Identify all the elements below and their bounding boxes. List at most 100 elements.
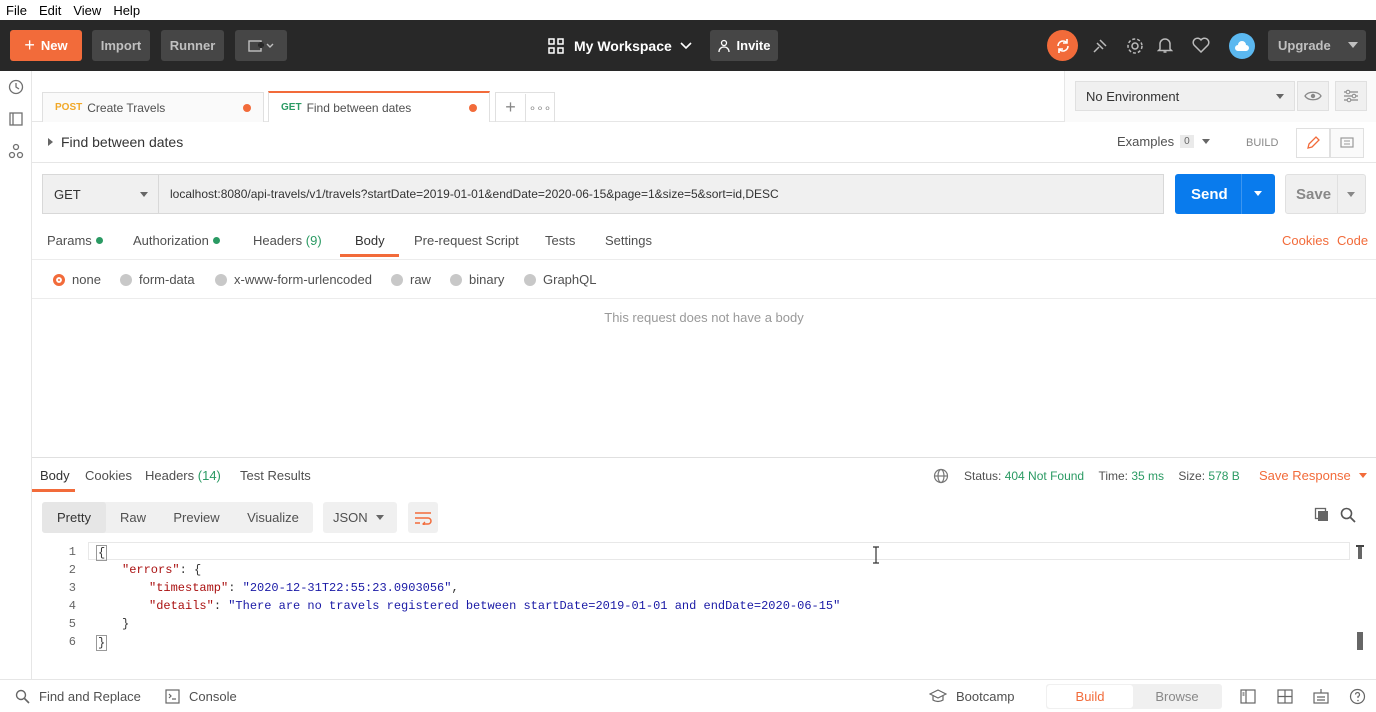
scrollbar-thumb[interactable] xyxy=(1357,632,1363,650)
new-window-button[interactable] xyxy=(235,30,287,61)
grid-icon xyxy=(548,37,564,54)
menu-help[interactable]: Help xyxy=(113,3,140,18)
tab-body[interactable]: Body xyxy=(355,233,385,248)
comments-button[interactable] xyxy=(1330,128,1364,158)
caret-right-icon[interactable] xyxy=(48,138,53,146)
method-select[interactable]: GET xyxy=(42,174,159,214)
environment-select[interactable]: No Environment xyxy=(1075,81,1295,111)
response-tab-body[interactable]: Body xyxy=(40,468,70,483)
split-view-icon[interactable] xyxy=(1277,689,1293,704)
add-user-icon xyxy=(717,39,730,52)
wrap-lines-button[interactable] xyxy=(408,502,438,533)
history-icon[interactable] xyxy=(8,79,24,95)
request-title-bar: Find between dates Examples 0 BUILD xyxy=(32,122,1376,163)
size-value[interactable]: 578 B xyxy=(1208,469,1239,483)
invite-button[interactable]: Invite xyxy=(710,30,778,61)
upgrade-button[interactable]: Upgrade xyxy=(1268,30,1366,61)
sync-button[interactable] xyxy=(1047,30,1078,61)
globe-icon[interactable] xyxy=(933,468,949,484)
gear-icon[interactable] xyxy=(1126,37,1144,55)
status-dot xyxy=(95,237,103,244)
build-mode-button[interactable]: Build xyxy=(1047,685,1133,708)
request-title[interactable]: Find between dates xyxy=(61,134,183,150)
send-options-icon[interactable] xyxy=(1254,191,1262,196)
bell-icon[interactable] xyxy=(1157,36,1173,54)
console-button[interactable]: Console xyxy=(189,689,237,704)
more-tabs-button[interactable]: ∘∘∘ xyxy=(524,93,554,122)
environment-quick-look-button[interactable] xyxy=(1297,81,1329,111)
tab-authorization[interactable]: Authorization xyxy=(133,233,220,248)
radio-graphql[interactable]: GraphQL xyxy=(524,272,596,287)
apis-icon[interactable] xyxy=(8,143,24,159)
tab-method: GET xyxy=(281,102,302,113)
pencil-icon xyxy=(1307,136,1320,149)
app-header: + New Import Runner My Workspace Invite … xyxy=(0,20,1376,71)
two-pane-icon[interactable] xyxy=(1240,689,1256,704)
save-response-button[interactable]: Save Response xyxy=(1259,468,1367,483)
avatar[interactable] xyxy=(1229,33,1255,59)
response-tab-test-results[interactable]: Test Results xyxy=(240,468,311,483)
radio-icon xyxy=(524,273,536,286)
code-link[interactable]: Code xyxy=(1337,233,1368,248)
response-tab-cookies[interactable]: Cookies xyxy=(85,468,132,483)
response-view-toggle: Pretty Raw Preview Visualize xyxy=(42,502,313,533)
tab-pre-request-script[interactable]: Pre-request Script xyxy=(414,233,519,248)
cookies-link[interactable]: Cookies xyxy=(1282,233,1329,248)
send-divider xyxy=(1241,174,1242,214)
workspace-switcher[interactable]: My Workspace xyxy=(548,30,692,61)
heart-icon[interactable] xyxy=(1192,37,1210,53)
caret-down-icon xyxy=(1358,473,1367,478)
view-pretty[interactable]: Pretty xyxy=(42,502,106,533)
response-meta: Status: 404 Not Found Time: 35 ms Size: … xyxy=(964,469,1240,483)
comment-icon xyxy=(1340,137,1354,148)
search-icon[interactable] xyxy=(1340,507,1356,523)
tab-find-between-dates[interactable]: GET Find between dates xyxy=(268,91,490,122)
tab-params[interactable]: Params xyxy=(47,233,103,248)
radio-raw[interactable]: raw xyxy=(391,272,431,287)
view-raw[interactable]: Raw xyxy=(106,502,160,533)
runner-button[interactable]: Runner xyxy=(161,30,224,61)
active-tab-indicator xyxy=(340,254,399,257)
satellite-icon[interactable] xyxy=(1091,37,1109,55)
browse-mode-button[interactable]: Browse xyxy=(1134,685,1220,708)
url-input[interactable]: localhost:8080/api-travels/v1/travels?st… xyxy=(158,174,1164,214)
add-tab-button[interactable]: + xyxy=(496,97,525,118)
menu-file[interactable]: File xyxy=(6,3,27,18)
menu-edit[interactable]: Edit xyxy=(39,3,61,18)
manage-environments-button[interactable] xyxy=(1335,81,1367,111)
radio-binary[interactable]: binary xyxy=(450,272,504,287)
copy-icon[interactable] xyxy=(1314,507,1330,523)
collections-icon[interactable] xyxy=(8,111,24,127)
active-line-highlight xyxy=(88,542,1350,560)
response-code-editor[interactable]: 1 2 3 4 5 6 { "errors": { "timestamp": "… xyxy=(32,542,1376,677)
view-visualize[interactable]: Visualize xyxy=(233,502,313,533)
tab-method: POST xyxy=(55,102,83,113)
new-button[interactable]: + New xyxy=(10,30,82,61)
status-value[interactable]: 404 Not Found xyxy=(1005,469,1084,483)
examples-dropdown[interactable]: Examples 0 xyxy=(1117,134,1210,149)
save-options-icon[interactable] xyxy=(1347,192,1355,197)
response-tab-headers[interactable]: Headers (14) xyxy=(145,468,221,483)
save-button[interactable]: Save xyxy=(1285,174,1366,214)
radio-form-data[interactable]: form-data xyxy=(120,272,195,287)
import-button[interactable]: Import xyxy=(92,30,150,61)
keyboard-shortcuts-icon[interactable] xyxy=(1313,688,1329,704)
radio-x-www-form-urlencoded[interactable]: x-www-form-urlencoded xyxy=(215,272,372,287)
help-icon[interactable] xyxy=(1349,688,1366,705)
menu-view[interactable]: View xyxy=(73,3,101,18)
tab-headers[interactable]: Headers (9) xyxy=(253,233,322,248)
tab-tests[interactable]: Tests xyxy=(545,233,575,248)
edit-button[interactable] xyxy=(1296,128,1330,158)
send-button[interactable]: Send xyxy=(1175,174,1275,214)
radio-icon xyxy=(450,273,462,286)
view-preview[interactable]: Preview xyxy=(160,502,233,533)
format-select[interactable]: JSON xyxy=(323,502,397,533)
url-row: GET localhost:8080/api-travels/v1/travel… xyxy=(32,163,1376,223)
tab-create-travels[interactable]: POST Create Travels xyxy=(42,92,264,122)
tab-settings[interactable]: Settings xyxy=(605,233,652,248)
line-number: 2 xyxy=(68,563,76,577)
find-replace-button[interactable]: Find and Replace xyxy=(39,689,141,704)
time-value[interactable]: 35 ms xyxy=(1131,469,1164,483)
bootcamp-button[interactable]: Bootcamp xyxy=(956,689,1015,704)
radio-none[interactable]: none xyxy=(53,272,101,287)
